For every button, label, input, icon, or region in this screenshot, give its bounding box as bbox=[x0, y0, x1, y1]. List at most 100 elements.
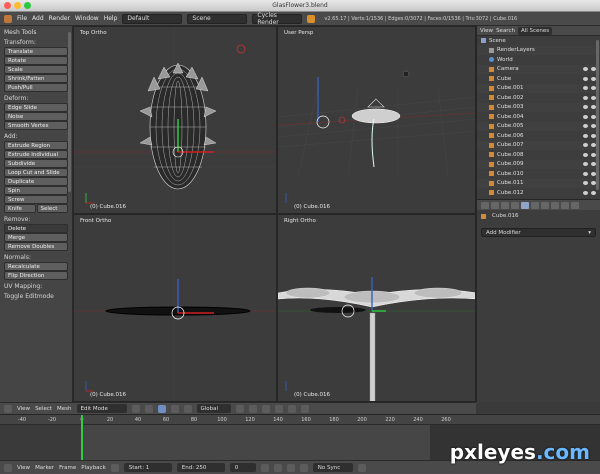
timeline-frame-menu[interactable]: Frame bbox=[59, 465, 76, 471]
loop-cut-button[interactable]: Loop Cut and Slide bbox=[4, 168, 68, 177]
timeline-playback-menu[interactable]: Playback bbox=[81, 465, 106, 471]
tool-shelf-header[interactable]: Mesh Tools bbox=[4, 29, 68, 36]
sync-mode-selector[interactable]: No Sync bbox=[312, 463, 353, 472]
visibility-icon[interactable] bbox=[583, 105, 588, 110]
outliner-filter-dropdown[interactable]: All Scenes bbox=[517, 26, 553, 35]
play-reverse-icon[interactable] bbox=[273, 463, 282, 472]
outliner-view-menu[interactable]: View bbox=[480, 28, 493, 34]
outliner-item-cube-004[interactable]: Cube.004 bbox=[477, 112, 600, 122]
visibility-icon[interactable] bbox=[583, 114, 588, 119]
viewport-right-ortho[interactable]: Right Ortho (0) Cube.016 bbox=[277, 214, 476, 402]
translate-manipulator-icon[interactable] bbox=[170, 404, 179, 413]
outliner-scrollbar[interactable] bbox=[596, 40, 599, 190]
texture-tab-icon[interactable] bbox=[551, 202, 559, 209]
viewport-user-persp[interactable]: User Persp (0) Cube.016 bbox=[277, 26, 476, 214]
outliner-item-world[interactable]: World bbox=[477, 55, 600, 65]
manipulator-icon[interactable] bbox=[157, 404, 166, 413]
edge-slide-button[interactable]: Edge Slide bbox=[4, 103, 68, 112]
menu-add[interactable]: Add bbox=[32, 15, 44, 22]
render-engine-selector[interactable]: Cycles Render bbox=[252, 12, 303, 26]
select-menu[interactable]: Select bbox=[35, 406, 52, 412]
subdivide-button[interactable]: Subdivide bbox=[4, 159, 68, 168]
toggle-editmode-panel[interactable]: Toggle Editmode bbox=[4, 293, 68, 300]
snap-icon[interactable] bbox=[287, 404, 296, 413]
visibility-icon[interactable] bbox=[583, 133, 588, 138]
visibility-icon[interactable] bbox=[583, 143, 588, 148]
outliner-item-renderlayers[interactable]: RenderLayers bbox=[477, 45, 600, 55]
uv-mapping-label[interactable]: UV Mapping: bbox=[4, 283, 68, 290]
outliner-item-cube-006[interactable]: Cube.006 bbox=[477, 131, 600, 141]
outliner-item-cube-002[interactable]: Cube.002 bbox=[477, 93, 600, 103]
editor-type-icon[interactable] bbox=[4, 404, 12, 413]
outliner-item-camera[interactable]: Camera bbox=[477, 64, 600, 74]
outliner-search-menu[interactable]: Search bbox=[496, 28, 515, 34]
extrude-region-button[interactable]: Extrude Region bbox=[4, 141, 68, 150]
viewport-front-ortho[interactable]: Front Ortho (0) Cube.016 bbox=[73, 214, 277, 402]
outliner-item-cube-007[interactable]: Cube.007 bbox=[477, 140, 600, 150]
visibility-icon[interactable] bbox=[583, 95, 588, 100]
world-tab-icon[interactable] bbox=[501, 202, 509, 209]
recalculate-button[interactable]: Recalculate bbox=[4, 262, 68, 271]
knife-button[interactable]: Knife bbox=[4, 204, 36, 213]
start-frame-field[interactable]: Start: 1 bbox=[123, 463, 172, 472]
visibility-icon[interactable] bbox=[583, 190, 588, 195]
outliner-item-cube-003[interactable]: Cube.003 bbox=[477, 102, 600, 112]
duplicate-button[interactable]: Duplicate bbox=[4, 177, 68, 186]
add-modifier-dropdown[interactable]: Add Modifier ▾ bbox=[481, 228, 596, 237]
push-pull-button[interactable]: Push/Pull bbox=[4, 83, 68, 92]
flip-direction-button[interactable]: Flip Direction bbox=[4, 271, 68, 280]
visibility-icon[interactable] bbox=[583, 152, 588, 157]
rotate-manipulator-icon[interactable] bbox=[183, 404, 192, 413]
visibility-icon[interactable] bbox=[583, 86, 588, 91]
physics-tab-icon[interactable] bbox=[571, 202, 579, 209]
visibility-icon[interactable] bbox=[583, 76, 588, 81]
outliner-item-cube-001[interactable]: Cube.001 bbox=[477, 83, 600, 93]
visibility-icon[interactable] bbox=[583, 124, 588, 129]
knife-select-button[interactable]: Select bbox=[36, 204, 68, 213]
viewport-top-ortho[interactable]: Top Ortho (0) Cube.016 bbox=[73, 26, 277, 214]
face-select-icon[interactable] bbox=[261, 404, 270, 413]
screw-button[interactable]: Screw bbox=[4, 195, 68, 204]
editor-type-icon[interactable] bbox=[4, 14, 12, 23]
spin-button[interactable]: Spin bbox=[4, 186, 68, 195]
keying-set-icon[interactable] bbox=[357, 463, 366, 472]
extrude-individual-button[interactable]: Extrude Individual bbox=[4, 150, 68, 159]
visibility-icon[interactable] bbox=[583, 171, 588, 176]
rotate-button[interactable]: Rotate bbox=[4, 56, 68, 65]
merge-button[interactable]: Merge bbox=[4, 233, 68, 242]
shrink-fatten-button[interactable]: Shrink/Fatten bbox=[4, 74, 68, 83]
noise-button[interactable]: Noise bbox=[4, 112, 68, 121]
menu-render[interactable]: Render bbox=[49, 15, 70, 22]
jump-start-icon[interactable] bbox=[260, 463, 269, 472]
particles-tab-icon[interactable] bbox=[561, 202, 569, 209]
scene-tab-icon[interactable] bbox=[491, 202, 499, 209]
outliner-item-cube-010[interactable]: Cube.010 bbox=[477, 169, 600, 179]
visibility-icon[interactable] bbox=[583, 181, 588, 186]
pivot-icon[interactable] bbox=[131, 404, 140, 413]
current-frame-field[interactable]: 0 bbox=[229, 463, 256, 472]
shading-icon[interactable] bbox=[144, 404, 153, 413]
remove-doubles-button[interactable]: Remove Doubles bbox=[4, 242, 68, 251]
outliner-item-cube[interactable]: Cube bbox=[477, 74, 600, 84]
editor-type-icon[interactable] bbox=[4, 463, 12, 472]
edge-select-icon[interactable] bbox=[248, 404, 257, 413]
mesh-menu[interactable]: Mesh bbox=[57, 406, 71, 412]
data-tab-icon[interactable] bbox=[531, 202, 539, 209]
timeline-marker-menu[interactable]: Marker bbox=[35, 465, 54, 471]
delete-dropdown[interactable]: Delete bbox=[4, 224, 68, 233]
tool-shelf-scrollbar[interactable] bbox=[68, 32, 71, 192]
play-icon[interactable] bbox=[286, 463, 295, 472]
visibility-icon[interactable] bbox=[583, 162, 588, 167]
timeline-playhead[interactable] bbox=[81, 415, 83, 461]
scale-button[interactable]: Scale bbox=[4, 65, 68, 74]
menu-window[interactable]: Window bbox=[75, 15, 99, 22]
end-frame-field[interactable]: End: 250 bbox=[176, 463, 225, 472]
view-menu[interactable]: View bbox=[17, 406, 30, 412]
outliner-item-scene[interactable]: Scene bbox=[477, 36, 600, 46]
outliner-item-cube-009[interactable]: Cube.009 bbox=[477, 159, 600, 169]
object-tab-icon[interactable] bbox=[511, 202, 519, 209]
render-tab-icon[interactable] bbox=[481, 202, 489, 209]
visibility-icon[interactable] bbox=[583, 67, 588, 72]
outliner-item-cube-008[interactable]: Cube.008 bbox=[477, 150, 600, 160]
record-icon[interactable] bbox=[110, 463, 119, 472]
